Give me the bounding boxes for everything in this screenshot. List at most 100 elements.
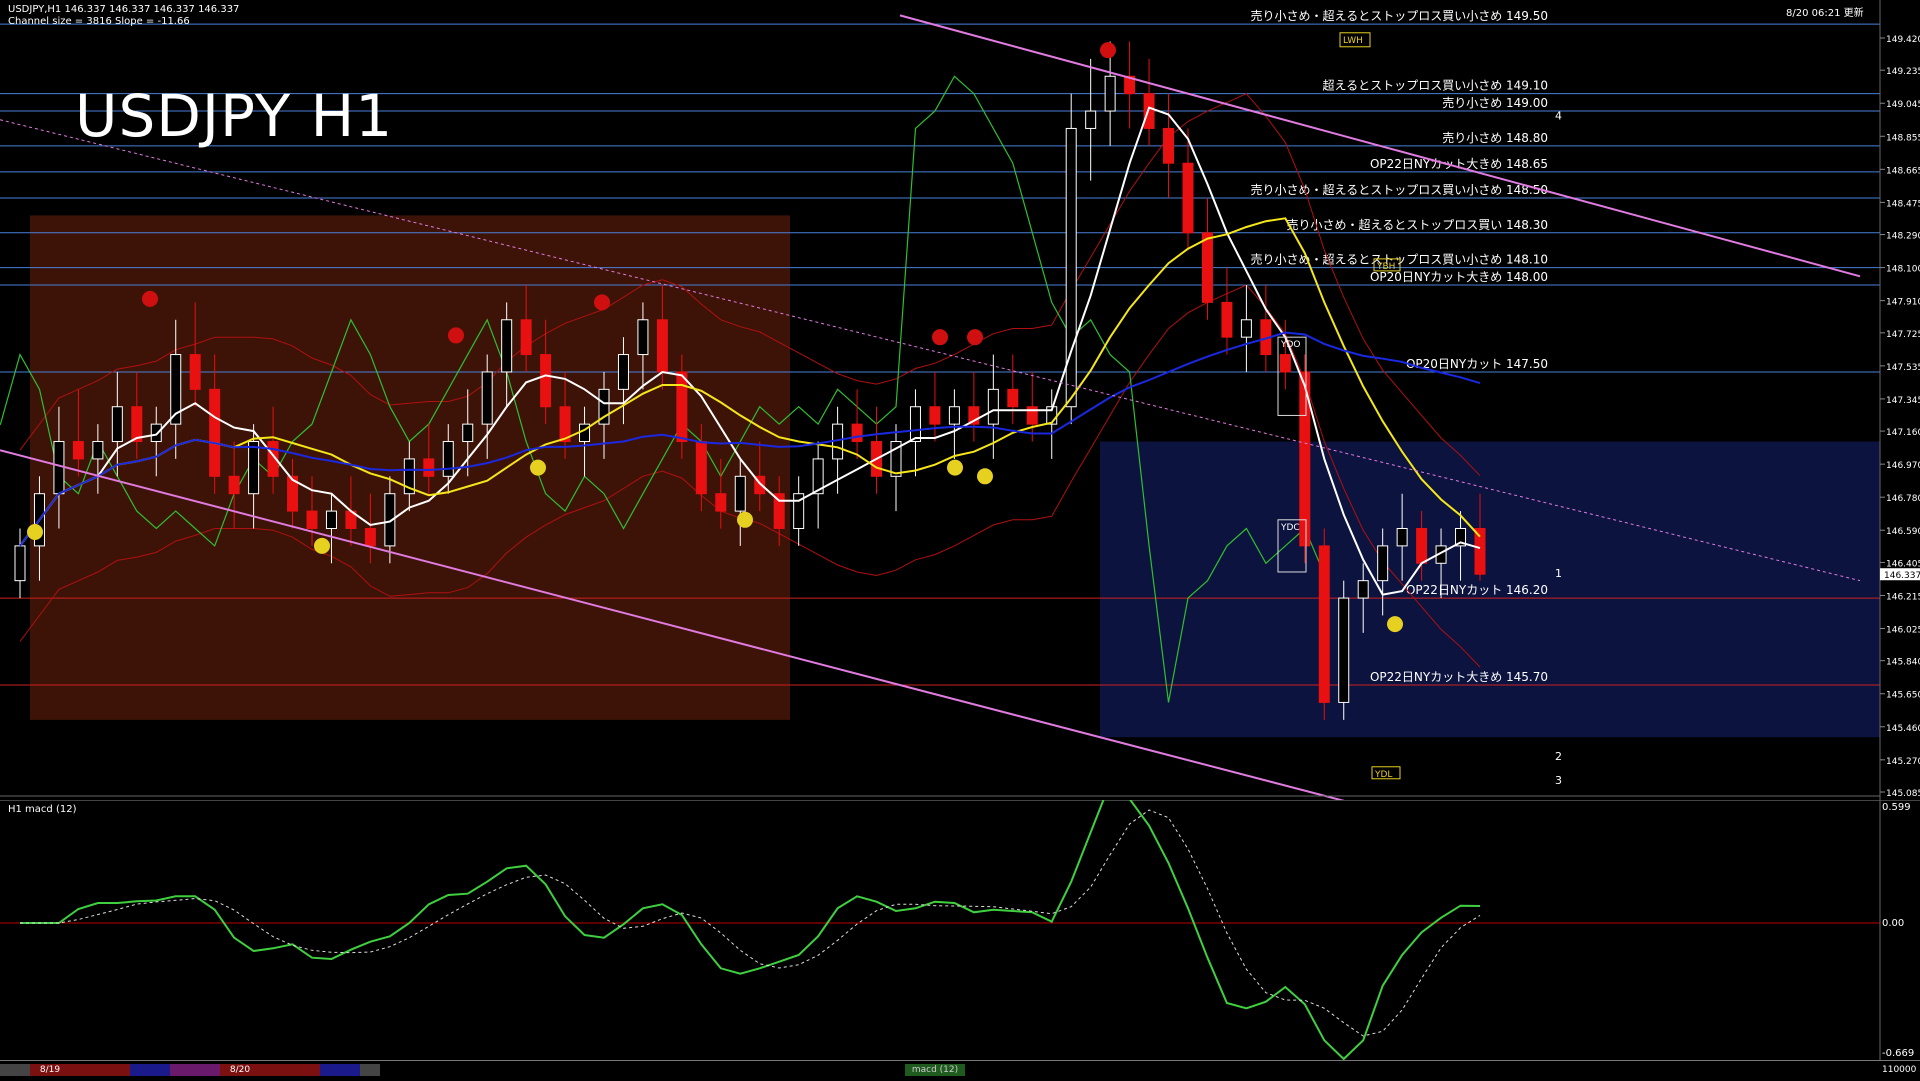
candle-body: [1279, 354, 1291, 373]
candle-body: [773, 493, 785, 529]
price-tick-label: 147.345: [1886, 396, 1920, 406]
lwh-label: LWH: [1343, 36, 1363, 46]
candle-body: [501, 319, 513, 373]
level-label: 売り小さめ 149.00: [1442, 95, 1548, 110]
candle-body: [1085, 110, 1097, 129]
date-label-1: 8/20: [229, 1065, 251, 1075]
price-tick-label: 148.100: [1886, 265, 1920, 275]
update-timestamp: 8/20 06:21 更新: [1786, 8, 1864, 19]
ydl-label: YDL: [1374, 770, 1392, 780]
candle-body: [1377, 545, 1389, 582]
candle-body: [189, 354, 201, 390]
candle-body: [1065, 127, 1077, 408]
price-tick-label: 146.025: [1886, 626, 1920, 636]
candle-body: [909, 406, 921, 443]
ybh-label: YBH: [1376, 262, 1395, 272]
macd-label: H1 macd (12): [8, 804, 77, 815]
price-tick-label: 145.840: [1886, 658, 1920, 668]
sell-signal-icon: [142, 290, 158, 307]
candle-body: [1240, 319, 1252, 338]
macd-axis-zero: 0.00: [1882, 918, 1905, 929]
buy-signal-icon: [27, 523, 43, 540]
price-tick-label: 148.665: [1886, 166, 1920, 176]
sell-signal-icon: [967, 329, 983, 346]
sell-signal-icon: [448, 327, 464, 344]
candle-body: [325, 510, 337, 529]
macd-axis-top: 0.599: [1882, 802, 1911, 813]
candle-body: [1201, 232, 1213, 303]
price-tick-label: 146.780: [1886, 494, 1920, 504]
buy-signal-icon: [314, 537, 330, 554]
ydo-label: YDO: [1280, 340, 1301, 350]
candle-body: [987, 388, 999, 425]
candle-body: [1318, 545, 1330, 703]
level-label: 売り小さめ・超えるとストップロス買い 148.30: [1287, 217, 1548, 232]
candle-body: [540, 354, 552, 408]
candle-body: [306, 510, 318, 529]
symbol-header: USDJPY,H1 146.337 146.337 146.337 146.33…: [8, 4, 240, 15]
date-label-0: 8/19: [39, 1065, 61, 1075]
channel-info: Channel size = 3816 Slope = -11.66: [8, 16, 190, 27]
candle-body: [617, 354, 629, 390]
candle-body: [1338, 597, 1350, 703]
candle-body: [462, 423, 474, 443]
candle-body: [72, 441, 84, 460]
candle-body: [676, 371, 688, 443]
candle-body: [948, 406, 960, 425]
buy-signal-icon: [737, 511, 753, 528]
candle-body: [1221, 301, 1233, 338]
level-label: 売り小さめ・超えるとストップロス買い小さめ 149.50: [1251, 8, 1548, 23]
sell-signal-icon: [1100, 42, 1116, 59]
level-label: 超えるとストップロス買い小さめ 149.10: [1323, 78, 1548, 93]
price-tick-label: 146.405: [1886, 559, 1920, 569]
price-tick-label: 145.650: [1886, 691, 1920, 701]
price-tick-label: 147.910: [1886, 298, 1920, 308]
candle-body: [1007, 388, 1019, 408]
candle-body: [53, 441, 65, 495]
candle-body: [520, 319, 532, 356]
macd-tab[interactable]: macd (12): [905, 1064, 965, 1076]
price-tick-label: 145.460: [1886, 724, 1920, 734]
price-tick-label: 145.270: [1886, 757, 1920, 767]
price-tick-label: 145.085: [1886, 789, 1920, 799]
price-tick-label: 149.420: [1886, 35, 1920, 45]
candle-body: [1357, 580, 1369, 599]
candle-body: [92, 441, 104, 460]
macd-axis-bottom: -0.669: [1882, 1048, 1915, 1059]
price-tick-label: 149.235: [1886, 67, 1920, 77]
candle-body: [1163, 127, 1175, 164]
price-tick-label: 147.725: [1886, 330, 1920, 340]
candle-body: [695, 441, 707, 495]
sell-signal-icon: [932, 329, 948, 346]
candle-body: [111, 406, 123, 443]
buy-signal-icon: [530, 459, 546, 476]
price-tick-label: 148.855: [1886, 133, 1920, 143]
candle-body: [442, 441, 454, 477]
candle-body: [364, 527, 376, 547]
price-tick-label: 146.970: [1886, 461, 1920, 471]
buy-signal-icon: [947, 459, 963, 476]
current-price-label: 146.337: [1884, 571, 1920, 581]
candle-body: [734, 475, 746, 512]
candle-body: [1104, 75, 1116, 112]
price-tick-label: 148.290: [1886, 232, 1920, 242]
candle-body: [1182, 162, 1194, 234]
date-tab-0[interactable]: 8/19: [30, 1064, 70, 1076]
candle-body: [851, 423, 863, 443]
level-label: OP22日NYカット 146.20: [1406, 583, 1548, 597]
date-tab-1[interactable]: 8/20: [220, 1064, 260, 1076]
bottom-right-value: 110000: [1882, 1065, 1917, 1075]
buy-signal-icon: [977, 468, 993, 485]
candle-body: [1416, 527, 1428, 564]
candle-body: [423, 458, 435, 477]
ydc-label: YDC: [1280, 523, 1300, 533]
channel-marker-1: 2: [1555, 750, 1562, 763]
candle-body: [715, 493, 727, 512]
level-label: OP20日NYカット大きめ 148.00: [1370, 270, 1548, 284]
candle-body: [131, 406, 143, 443]
price-tick-label: 148.475: [1886, 199, 1920, 209]
candle-body: [929, 406, 941, 425]
buy-signal-icon: [1387, 616, 1403, 633]
macd-panel[interactable]: [0, 781, 1920, 1061]
candle-body: [209, 388, 221, 477]
